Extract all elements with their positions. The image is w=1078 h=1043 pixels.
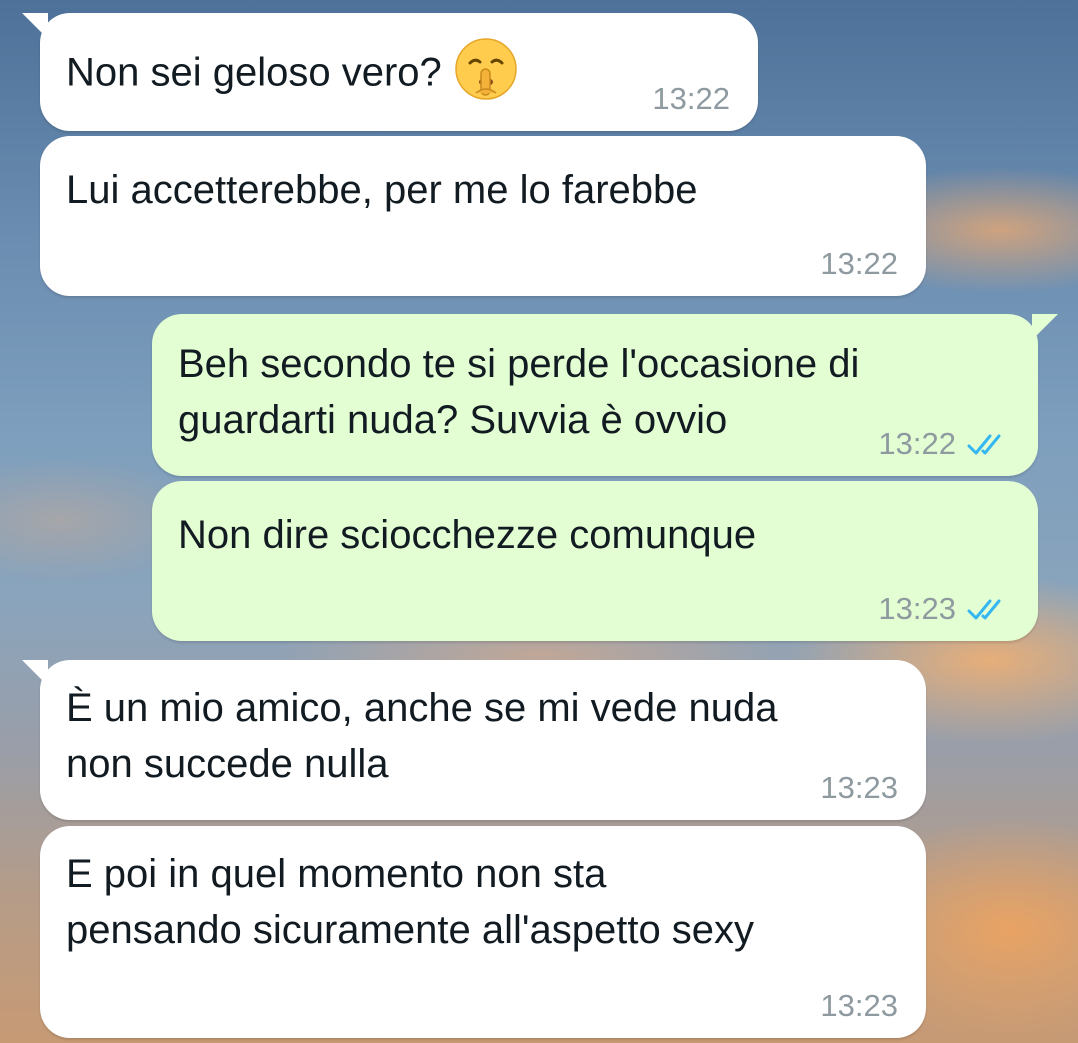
message-meta: 13:22: [652, 81, 730, 117]
message-meta: 13:22: [820, 246, 898, 282]
message-bubble-incoming[interactable]: Lui accetterebbe, per me lo farebbe 13:2…: [40, 136, 926, 296]
message-text: E poi in quel momento non sta pensando s…: [66, 852, 755, 952]
message-bubble-incoming[interactable]: Non sei geloso vero? 13:22: [22, 13, 758, 131]
message-meta: 13:22: [878, 426, 1010, 462]
bubble-tail: [22, 13, 48, 39]
timestamp: 13:22: [652, 81, 730, 116]
message-meta: 13:23: [820, 988, 898, 1024]
read-ticks-icon: [967, 434, 1001, 455]
timestamp: 13:22: [878, 426, 956, 461]
shushing-face-emoji: [455, 38, 517, 100]
message-bubble-incoming[interactable]: È un mio amico, anche se mi vede nuda no…: [22, 660, 926, 820]
message-text: Lui accetterebbe, per me lo farebbe: [66, 168, 698, 212]
message-meta: 13:23: [820, 770, 898, 806]
bubble-tail: [1032, 314, 1058, 340]
message-text: Beh secondo te si perde l'occasione di g…: [178, 342, 860, 442]
message-text: Non sei geloso vero?: [66, 50, 442, 95]
timestamp: 13:23: [820, 770, 898, 805]
read-ticks-icon: [967, 599, 1001, 620]
message-bubble-outgoing[interactable]: Non dire sciocchezze comunque 13:23: [152, 481, 1038, 641]
chat-area: Non sei geloso vero? 13:22 Lui accettere…: [0, 0, 1078, 1043]
message-meta: 13:23: [878, 591, 1010, 627]
message-text: Non dire sciocchezze comunque: [178, 513, 757, 557]
timestamp: 13:22: [820, 246, 898, 281]
message-bubble-outgoing[interactable]: Beh secondo te si perde l'occasione di g…: [152, 314, 1058, 476]
bubble-tail: [22, 660, 48, 686]
timestamp: 13:23: [878, 591, 956, 626]
timestamp: 13:23: [820, 988, 898, 1023]
message-bubble-incoming[interactable]: E poi in quel momento non sta pensando s…: [40, 826, 926, 1038]
message-text: È un mio amico, anche se mi vede nuda no…: [66, 686, 778, 786]
